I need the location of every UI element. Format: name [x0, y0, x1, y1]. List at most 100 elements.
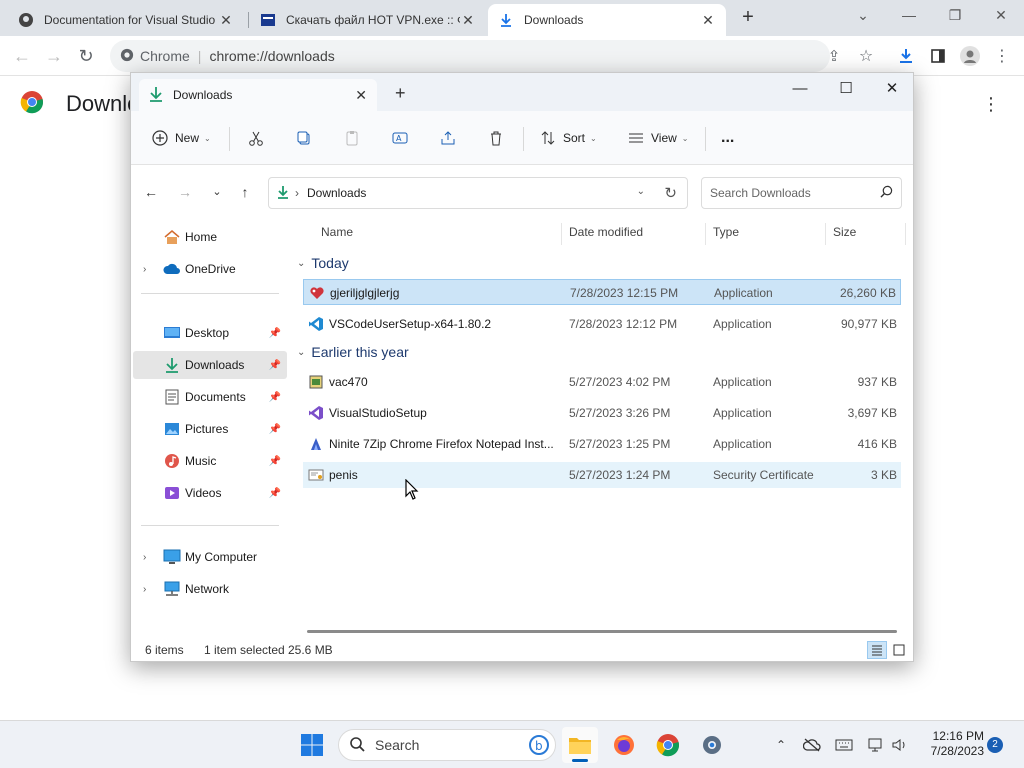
file-row[interactable]: vac470 5/27/2023 4:02 PM Application 937…: [303, 369, 901, 395]
delete-button[interactable]: [485, 125, 507, 151]
volume-icon[interactable]: [890, 735, 910, 755]
column-header-type[interactable]: Type: [713, 225, 739, 239]
expand-chevron-icon[interactable]: ›: [143, 552, 146, 563]
nav-item-network[interactable]: › Network: [133, 575, 287, 603]
column-header-date[interactable]: Date modified: [569, 225, 643, 239]
chrome-tab-vpn[interactable]: Скачать файл HOT VPN.exe :: Ф... ✕: [250, 4, 486, 36]
rename-button[interactable]: A: [389, 125, 411, 151]
file-row[interactable]: gjeriljglgjlerjg 7/28/2023 12:15 PM Appl…: [303, 279, 901, 305]
page-menu-icon[interactable]: ⋮: [982, 94, 1000, 115]
nav-item-my-computer[interactable]: › My Computer: [133, 543, 287, 571]
up-arrow-icon[interactable]: ↑: [235, 182, 255, 202]
firefox-taskbar-icon[interactable]: [606, 727, 642, 763]
forward-arrow-icon[interactable]: →: [175, 182, 195, 202]
close-tab-icon[interactable]: ✕: [700, 12, 716, 28]
nav-item-music[interactable]: Music 📌: [133, 447, 287, 475]
recent-locations-icon[interactable]: ⌄: [207, 182, 227, 202]
svg-text:A: A: [396, 134, 402, 143]
chrome-menu-icon[interactable]: ⋮: [990, 44, 1014, 68]
close-tab-icon[interactable]: ✕: [460, 12, 476, 28]
downloads-icon[interactable]: [894, 44, 918, 68]
explorer-minimize-button[interactable]: —: [777, 75, 823, 105]
new-button[interactable]: New ⌄: [149, 125, 211, 151]
explorer-maximize-button[interactable]: ☐: [823, 75, 869, 105]
scissors-icon: [245, 127, 267, 149]
breadcrumb-downloads[interactable]: Downloads: [307, 186, 366, 200]
bing-icon[interactable]: b: [529, 735, 549, 758]
file-row[interactable]: penis 5/27/2023 1:24 PM Security Certifi…: [303, 462, 901, 488]
file-name: VisualStudioSetup: [329, 406, 427, 420]
chrome-taskbar-icon[interactable]: [650, 727, 686, 763]
selection-size: 25.6 MB: [288, 643, 333, 657]
close-tab-icon[interactable]: ✕: [355, 87, 367, 104]
details-view-icon[interactable]: [867, 641, 887, 659]
back-arrow-icon[interactable]: ←: [141, 182, 161, 202]
sort-label: Sort: [563, 131, 586, 145]
column-header-name[interactable]: Name: [321, 225, 353, 239]
nav-item-desktop[interactable]: Desktop 📌: [133, 319, 287, 347]
share-icon[interactable]: ⇪: [822, 44, 846, 68]
nav-item-onedrive[interactable]: › OneDrive: [133, 255, 287, 283]
keyboard-icon[interactable]: [834, 735, 854, 755]
onedrive-status-icon[interactable]: [802, 735, 822, 755]
bookmark-star-icon[interactable]: ☆: [854, 44, 878, 68]
show-hidden-icons-icon[interactable]: ⌃: [771, 735, 791, 755]
close-window-button[interactable]: ✕: [978, 0, 1024, 30]
chevron-down-icon: ⌄: [590, 133, 597, 143]
explorer-address-bar[interactable]: › Downloads ⌄ ↻: [268, 177, 688, 209]
group-header-today[interactable]: ⌄ Today: [297, 255, 349, 271]
cut-button[interactable]: [245, 125, 267, 151]
back-button[interactable]: ←: [10, 44, 34, 68]
group-header-earlier[interactable]: ⌄ Earlier this year: [297, 344, 409, 360]
explorer-search-box[interactable]: [701, 177, 902, 209]
navigation-pane: Home › OneDrive Desktop 📌 Downloads 📌 Do…: [131, 217, 287, 625]
address-dropdown-icon[interactable]: ⌄: [637, 186, 645, 197]
nav-item-home[interactable]: Home: [133, 223, 287, 251]
address-bar[interactable]: Chrome | chrome://downloads: [110, 40, 830, 72]
side-panel-icon[interactable]: [926, 44, 950, 68]
file-row[interactable]: VisualStudioSetup 5/27/2023 3:26 PM Appl…: [303, 400, 901, 426]
copy-button[interactable]: [293, 125, 315, 151]
explorer-tab-downloads[interactable]: Downloads ✕: [139, 79, 377, 111]
sort-button[interactable]: Sort ⌄: [537, 125, 597, 151]
settings-gear-icon[interactable]: [694, 727, 730, 763]
paste-button[interactable]: [341, 125, 363, 151]
minimize-button[interactable]: —: [886, 0, 932, 30]
notification-badge[interactable]: 2: [987, 737, 1003, 753]
large-icons-view-icon[interactable]: [889, 641, 909, 659]
start-button[interactable]: [294, 727, 330, 763]
expand-chevron-icon[interactable]: ›: [143, 584, 146, 595]
nav-item-videos[interactable]: Videos 📌: [133, 479, 287, 507]
search-input[interactable]: [710, 186, 880, 200]
close-tab-icon[interactable]: ✕: [218, 12, 234, 28]
expand-chevron-icon[interactable]: ›: [143, 264, 146, 275]
more-options-button[interactable]: ...: [721, 125, 734, 151]
file-row[interactable]: VSCodeUserSetup-x64-1.80.2 7/28/2023 12:…: [303, 311, 901, 337]
explorer-new-tab-button[interactable]: +: [395, 83, 406, 104]
file-row[interactable]: Ninite 7Zip Chrome Firefox Notepad Inst.…: [303, 431, 901, 457]
file-explorer-taskbar-icon[interactable]: [562, 727, 598, 763]
nav-item-downloads[interactable]: Downloads 📌: [133, 351, 287, 379]
forward-button[interactable]: →: [42, 44, 66, 68]
nav-item-documents[interactable]: Documents 📌: [133, 383, 287, 411]
new-tab-button[interactable]: +: [736, 6, 760, 30]
horizontal-scrollbar[interactable]: [307, 630, 897, 633]
explorer-close-button[interactable]: ✕: [869, 75, 915, 105]
chrome-tab-docs[interactable]: Documentation for Visual Studio ✕: [8, 4, 244, 36]
reload-button[interactable]: ↻: [74, 44, 98, 68]
network-status-icon[interactable]: [866, 735, 886, 755]
system-clock[interactable]: 12:16 PM 7/28/2023: [918, 729, 984, 759]
nav-item-pictures[interactable]: Pictures 📌: [133, 415, 287, 443]
visual-studio-icon: [307, 404, 325, 422]
chrome-tab-downloads[interactable]: Downloads ✕: [488, 4, 726, 36]
file-date: 5/27/2023 1:25 PM: [569, 437, 671, 451]
refresh-icon[interactable]: ↻: [664, 184, 677, 202]
view-button[interactable]: View ⌄: [625, 125, 689, 151]
share-button[interactable]: [437, 125, 459, 151]
installer-app-icon: [307, 373, 325, 391]
tab-search-icon[interactable]: ⌄: [840, 0, 886, 30]
restore-button[interactable]: ❐: [932, 0, 978, 30]
column-header-size[interactable]: Size: [833, 225, 856, 239]
taskbar-search[interactable]: Search b: [338, 729, 556, 761]
profile-avatar[interactable]: [958, 44, 982, 68]
